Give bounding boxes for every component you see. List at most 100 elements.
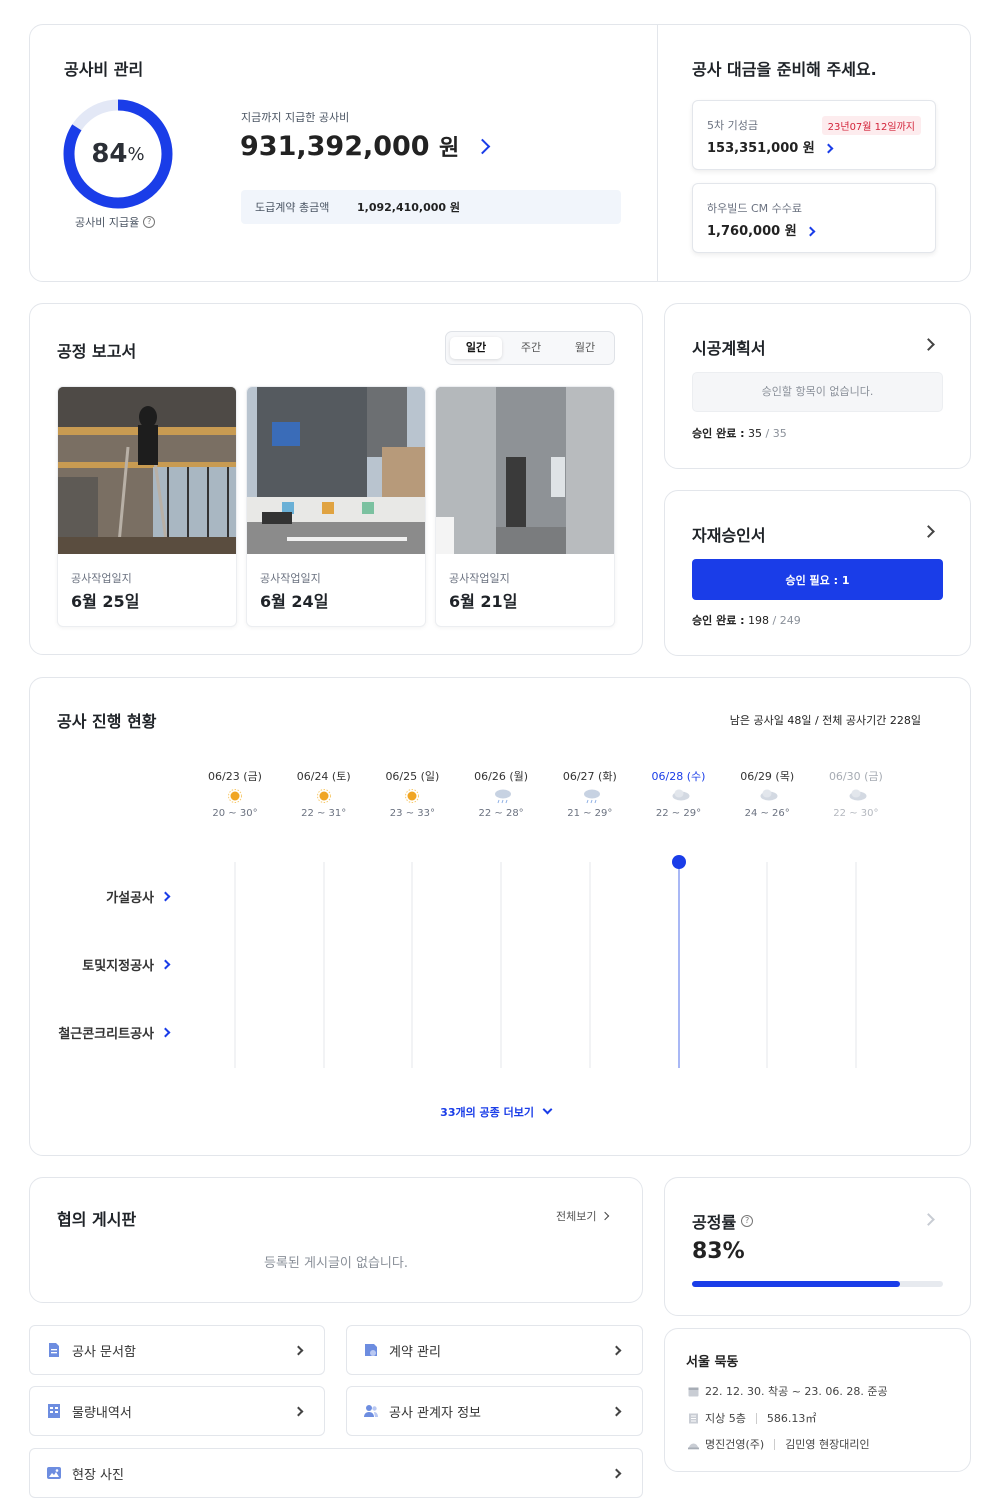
document-icon: [49, 1343, 59, 1357]
sun-weather-icon: [404, 788, 420, 807]
payment-item-amount: 1,760,000 원: [707, 224, 797, 239]
paid-amount-value: 931,392,000: [240, 131, 430, 162]
chevron-right-icon: [160, 1027, 171, 1038]
nav-site-photos[interactable]: 현장 사진: [29, 1448, 643, 1498]
weather-day: 06/23 (금) 20 ~ 30°: [200, 768, 270, 819]
cloud-weather-icon: [848, 788, 868, 805]
due-date-badge: 23년07월 12일까지: [821, 116, 921, 135]
sun-weather-icon: [316, 788, 332, 807]
contract-total-box: 도급계약 총금액 1,092,410,000 원: [241, 190, 621, 224]
day-gridline: [766, 862, 769, 1068]
nav-contracts[interactable]: 계약 관리: [346, 1325, 643, 1375]
trade-reinforced-concrete[interactable]: 철근콘크리트공사: [58, 1023, 171, 1042]
rate-title: 공정률: [692, 1213, 737, 1232]
day-temperature: 22 ~ 30°: [833, 808, 879, 819]
day-temperature: 22 ~ 28°: [478, 808, 524, 819]
site-floors: 지상 5층: [705, 1412, 746, 1425]
report-card-label: 공사작업일지: [260, 572, 321, 585]
chevron-right-icon: [611, 1345, 622, 1356]
tab-monthly[interactable]: 월간: [559, 337, 611, 359]
payment-item-label: 하우빌드 CM 수수료: [707, 202, 803, 215]
plan-done-count: 35: [748, 427, 763, 440]
day-date: 06/24 (토): [296, 770, 351, 783]
payment-item-label: 5차 기성금: [707, 119, 758, 132]
rain-weather-icon: [582, 788, 602, 807]
day-date: 06/29 (목): [740, 770, 795, 783]
day-gridline: [588, 862, 591, 1068]
rate-bar-track: [692, 1281, 943, 1287]
site-company-row: 명진건영(주) 김민영 현장대리인: [688, 1436, 870, 1452]
tab-daily[interactable]: 일간: [450, 337, 502, 359]
today-line: [677, 862, 680, 1068]
more-trades-label: 33개의 공종 더보기: [440, 1106, 534, 1119]
ring-label: 공사비 지급율: [75, 216, 140, 229]
contract-label: 도급계약 총금액: [255, 201, 330, 214]
report-photo: [58, 387, 236, 554]
cloud-weather-icon: [759, 788, 779, 805]
plan-done-label: 승인 완료 :: [692, 427, 745, 440]
help-icon[interactable]: ?: [143, 216, 156, 228]
chevron-right-icon: [611, 1406, 622, 1417]
paid-amount-unit: 원: [439, 136, 460, 161]
payment-item-cm-fee[interactable]: 하우빌드 CM 수수료 1,760,000 원: [692, 183, 936, 253]
paid-amount[interactable]: 931,392,000 원: [240, 130, 490, 162]
contract-amount: 1,092,410,000 원: [357, 201, 461, 214]
material-done-count: 198: [748, 614, 770, 627]
report-card-date: 6월 25일: [71, 592, 140, 611]
paid-label: 지금까지 지급한 공사비: [241, 111, 350, 124]
chevron-down-icon: [542, 1104, 553, 1115]
more-trades-link[interactable]: 33개의 공종 더보기: [0, 1104, 991, 1120]
help-icon[interactable]: ?: [741, 1215, 754, 1227]
report-card-label: 공사작업일지: [449, 572, 510, 585]
cloud-weather-icon: [671, 788, 691, 805]
plan-empty-text: 승인할 항목이 없습니다.: [761, 385, 874, 398]
weather-day: 06/26 (월) 22 ~ 28°: [466, 768, 536, 819]
photo-icon: [47, 1467, 61, 1479]
site-name: 서울 묵동: [686, 1355, 739, 1370]
quantity-icon: [48, 1404, 60, 1418]
payment-rate-unit: %: [127, 143, 145, 165]
report-card-item[interactable]: 공사작업일지 6월 21일: [435, 386, 615, 627]
payment-title: 공사 대금을 준비해 주세요.: [692, 60, 877, 79]
nav-label: 공사 관계자 정보: [389, 1405, 481, 1421]
ring-label-row: 공사비 지급율 ?: [75, 214, 156, 230]
approval-needed-button[interactable]: 승인 필요 : 1: [692, 559, 943, 600]
divider: [774, 1438, 776, 1450]
day-gridline: [322, 862, 325, 1068]
day-gridline: [234, 862, 236, 1068]
helmet-icon: [688, 1443, 699, 1449]
payment-item-amount-row: 1,760,000 원: [707, 220, 816, 239]
day-date: 06/25 (일): [385, 770, 440, 783]
site-scale-row: 지상 5층 586.13㎡: [688, 1410, 816, 1426]
day-temperature: 24 ~ 26°: [744, 808, 790, 819]
trade-earthwork[interactable]: 토및지정공사: [82, 955, 171, 974]
board-view-all[interactable]: 전체보기: [556, 1208, 610, 1224]
contract-icon: [365, 1344, 377, 1356]
nav-stakeholders[interactable]: 공사 관계자 정보: [346, 1386, 643, 1436]
report-card-item[interactable]: 공사작업일지 6월 25일: [57, 386, 237, 627]
approval-needed-label: 승인 필요 : 1: [785, 573, 850, 587]
chevron-right-icon: [611, 1468, 622, 1479]
report-card-item[interactable]: 공사작업일지 6월 24일: [246, 386, 426, 627]
material-title: 자재승인서: [692, 526, 766, 545]
site-area: 586.13㎡: [766, 1412, 817, 1425]
nav-quantity-statement[interactable]: 물량내역서: [29, 1386, 325, 1436]
report-title: 공정 보고서: [57, 342, 137, 361]
nav-label: 현장 사진: [72, 1467, 124, 1483]
trade-label: 토및지정공사: [82, 959, 154, 974]
tab-weekly[interactable]: 주간: [505, 337, 557, 359]
weather-day: 06/28 (수) 22 ~ 29°: [644, 768, 714, 819]
report-card-label: 공사작업일지: [71, 572, 132, 585]
material-done-label: 승인 완료 :: [692, 614, 745, 627]
payment-item-progress[interactable]: 5차 기성금 23년07월 12일까지 153,351,000 원: [692, 100, 936, 170]
report-photo: [247, 387, 425, 554]
day-temperature: 23 ~ 33°: [389, 808, 435, 819]
site-period-row: 22. 12. 30. 착공 ~ 23. 06. 28. 준공: [688, 1383, 888, 1399]
nav-documents[interactable]: 공사 문서함: [29, 1325, 325, 1375]
chevron-right-icon: [293, 1345, 304, 1356]
material-done-row: 승인 완료 : 198 / 249: [692, 612, 801, 628]
divider: [755, 1412, 757, 1424]
day-temperature: 20 ~ 30°: [212, 808, 258, 819]
board-card: [29, 1177, 643, 1303]
trade-temporary-works[interactable]: 가설공사: [106, 887, 171, 906]
